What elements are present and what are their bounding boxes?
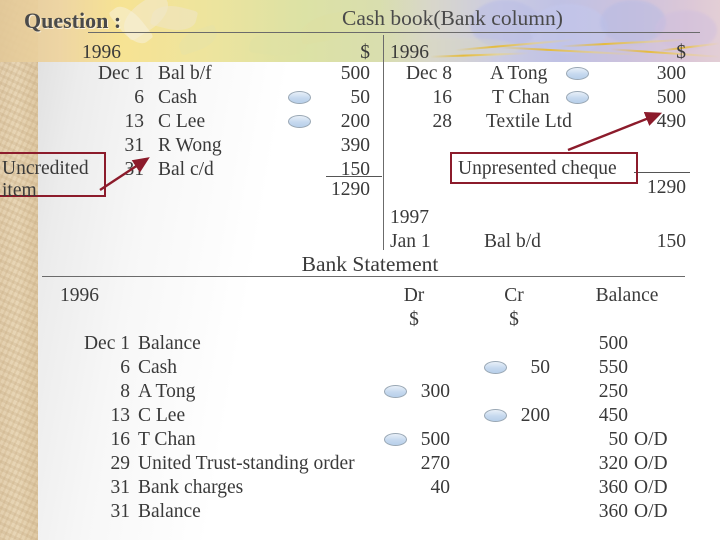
bank-statement-particular: Cash — [138, 357, 177, 378]
bank-statement-date: 29 — [110, 453, 131, 474]
bank-statement-date: Dec 1 — [83, 333, 130, 354]
bank-statement-balance: 450 — [598, 405, 628, 426]
bank-statement-particular: Balance — [138, 501, 201, 522]
bank-statement-date: 13 — [110, 405, 131, 426]
bank-statement-title: Bank Statement — [301, 252, 439, 276]
bank-statement-date: 31 — [110, 501, 131, 522]
bank-statement-date: 31 — [110, 477, 131, 498]
bank-statement-rule — [42, 276, 685, 277]
bank-statement-overdraft-flag: O/D — [634, 453, 668, 474]
bank-statement-balance: 250 — [598, 381, 628, 402]
bank-statement-date: 8 — [120, 381, 130, 402]
tick-marker-ellipse — [384, 433, 407, 446]
tick-marker-ellipse — [384, 385, 407, 398]
bank-statement-balance: 550 — [598, 357, 628, 378]
bank-statement-header-cr: Cr — [504, 285, 524, 306]
bank-statement-dr: 270 — [420, 453, 450, 474]
bank-statement-overdraft-flag: O/D — [634, 501, 668, 522]
bank-statement-date: 6 — [120, 357, 130, 378]
bank-statement-header-dr: Dr — [403, 285, 425, 306]
slide-canvas: Question : Cash book(Bank column) 1996 $… — [0, 0, 720, 540]
bank-statement-particular: Balance — [138, 333, 201, 354]
bank-statement-balance: 360 — [598, 477, 628, 498]
bank-statement-particular: A Tong — [138, 381, 196, 402]
bank-statement-header-balance: Balance — [595, 285, 659, 306]
bank-statement-balance: 320 — [598, 453, 628, 474]
bank-statement-date: 16 — [110, 429, 131, 450]
bank-statement-balance: 500 — [598, 333, 628, 354]
bank-statement-particular: C Lee — [138, 405, 186, 426]
bank-statement-balance: 50 — [608, 429, 629, 450]
tick-marker-ellipse — [484, 409, 507, 422]
bank-statement-year: 1996 — [60, 285, 99, 306]
bank-statement-currency-cr: $ — [509, 309, 519, 330]
bank-statement-overdraft-flag: O/D — [634, 477, 668, 498]
tick-marker-ellipse — [484, 361, 507, 374]
bank-statement-particular: T Chan — [138, 429, 196, 450]
bank-statement-particular: Bank charges — [138, 477, 244, 498]
bank-statement-particular: United Trust-standing order — [138, 453, 355, 474]
bank-statement-dr: 40 — [430, 477, 451, 498]
bank-statement-currency-dr: $ — [409, 309, 419, 330]
bank-statement-balance: 360 — [598, 501, 628, 522]
bank-statement-overdraft-flag: O/D — [634, 429, 668, 450]
